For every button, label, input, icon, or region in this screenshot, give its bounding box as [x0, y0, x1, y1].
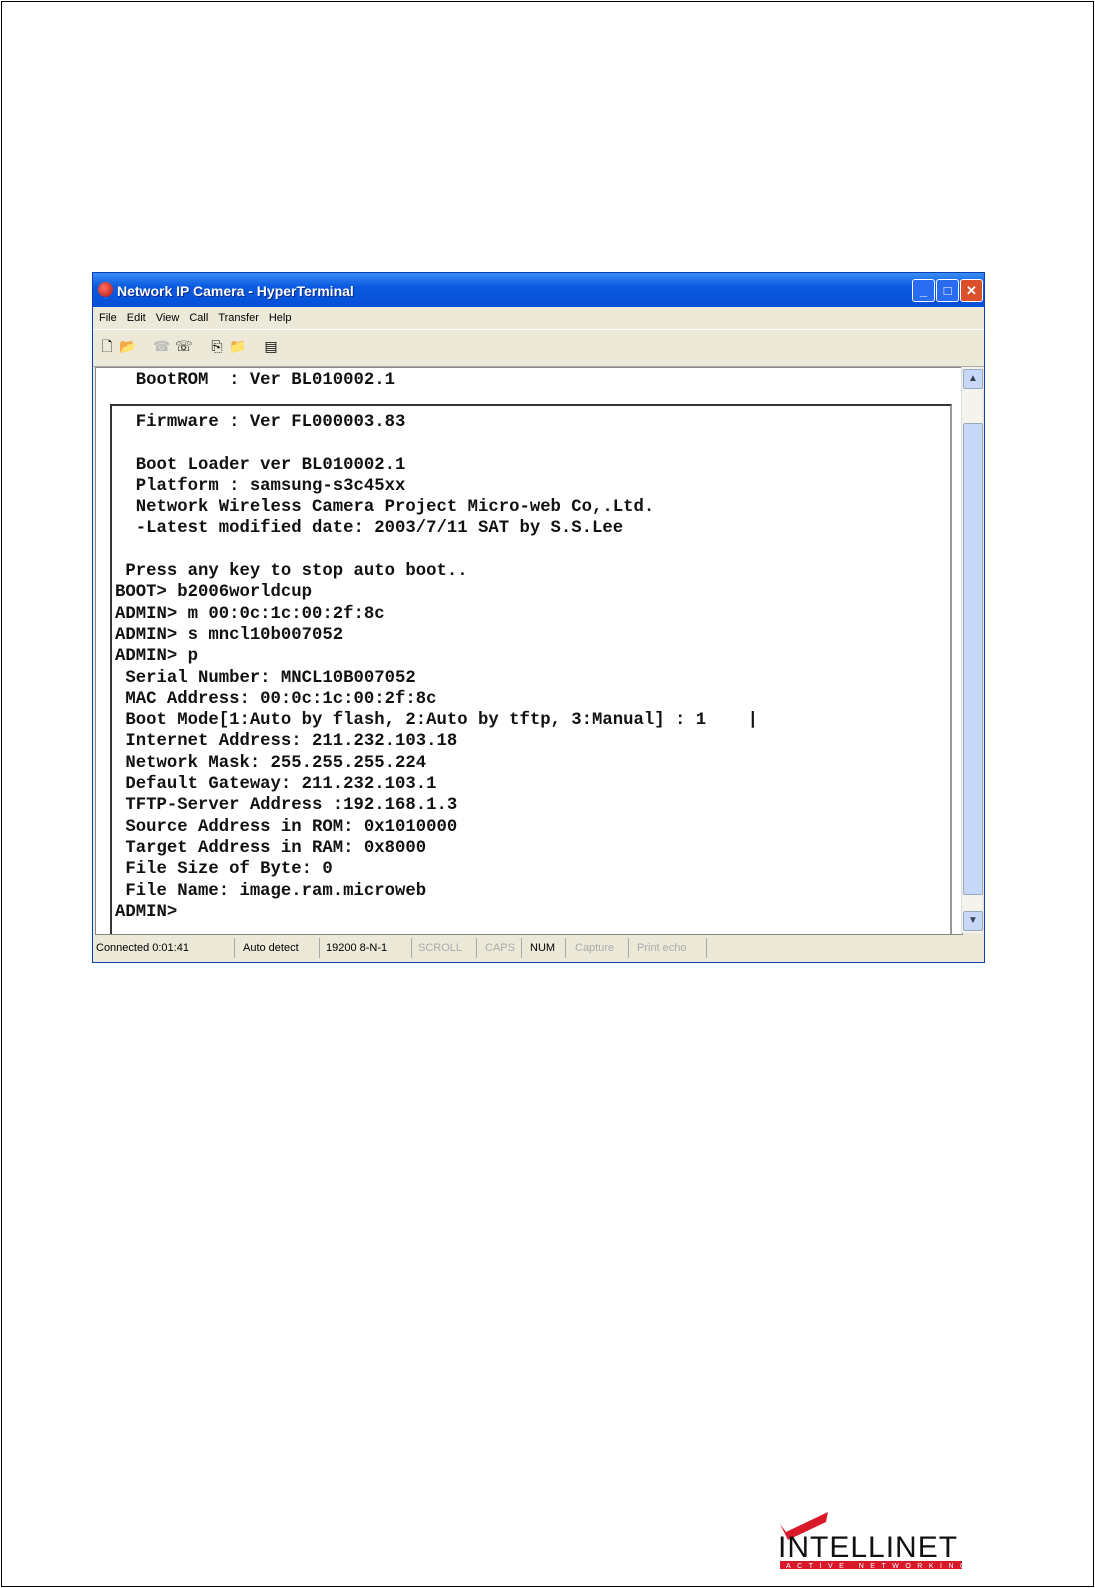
terminal-line: Network Wireless Camera Project Micro-we… [115, 498, 655, 518]
toolbar: 🗋 📂 ☎ ☏ ⎘ 📁 ▤ [93, 330, 984, 367]
terminal-line: TFTP-Server Address :192.168.1.3 [115, 796, 458, 816]
close-button[interactable]: ✕ [960, 279, 983, 302]
status-num: NUM [530, 942, 556, 954]
terminal-line: Source Address in ROM: 0x1010000 [115, 817, 458, 837]
call-icon[interactable]: ☎ [153, 338, 170, 354]
receive-icon[interactable]: 📁 [229, 338, 246, 354]
terminal-header-line: BootROM : Ver BL010002.1 [115, 371, 396, 390]
properties-icon[interactable]: ▤ [263, 338, 279, 354]
menu-bar: File Edit View Call Transfer Help [93, 307, 984, 330]
terminal-area[interactable]: BootROM : Ver BL010002.1 Firmware : Ver … [95, 367, 963, 935]
status-capture: Capture [575, 942, 615, 954]
app-icon [98, 282, 113, 297]
terminal-line: Serial Number: MNCL10B007052 [115, 668, 416, 688]
scroll-down-icon[interactable]: ▼ [963, 911, 983, 931]
menu-file[interactable]: File [99, 312, 117, 324]
terminal-line: ADMIN> p [115, 647, 198, 667]
status-scroll: SCROLL [418, 942, 463, 954]
scroll-thumb[interactable] [963, 423, 983, 895]
new-icon[interactable]: 🗋 [99, 338, 115, 354]
status-print-echo: Print echo [637, 942, 687, 954]
minimize-button[interactable]: _ [912, 279, 935, 302]
status-connected: Connected 0:01:41 [96, 942, 189, 954]
terminal-line: File Name: image.ram.microweb [115, 881, 427, 901]
terminal-line: Internet Address: 211.232.103.18 [115, 732, 458, 752]
terminal-line: Platform : samsung-s3c45xx [115, 476, 406, 496]
terminal-line: ADMIN> [115, 902, 178, 922]
hyperterminal-window: Network IP Camera - HyperTerminal _ □ ✕ … [92, 272, 985, 963]
terminal-line: -Latest modified date: 2003/7/11 SAT by … [115, 519, 624, 539]
terminal-line: MAC Address: 00:0c:1c:00:2f:8c [115, 689, 437, 709]
title-bar[interactable]: Network IP Camera - HyperTerminal _ □ ✕ [93, 273, 984, 307]
scroll-up-icon[interactable]: ▲ [963, 369, 983, 389]
status-detect: Auto detect [243, 942, 299, 954]
disconnect-icon[interactable]: ☏ [175, 338, 193, 354]
maximize-button[interactable]: □ [936, 279, 959, 302]
terminal-line: ADMIN> m 00:0c:1c:00:2f:8c [115, 604, 385, 624]
menu-transfer[interactable]: Transfer [218, 312, 259, 324]
terminal-line: Target Address in RAM: 0x8000 [115, 838, 427, 858]
document-page: Network IP Camera - HyperTerminal _ □ ✕ … [0, 0, 1095, 1588]
terminal-line: Boot Loader ver BL010002.1 [115, 455, 406, 475]
terminal-line: BOOT> b2006worldcup [115, 583, 313, 603]
terminal-line: Default Gateway: 211.232.103.1 [115, 775, 437, 795]
terminal-line: Press any key to stop auto boot.. [115, 562, 468, 582]
terminal-line: Firmware : Ver FL000003.83 [115, 413, 406, 432]
terminal-line: Boot Mode[1:Auto by flash, 2:Auto by tft… [115, 711, 758, 731]
menu-view[interactable]: View [156, 312, 180, 324]
svg-text:INTELLINET: INTELLINET [778, 1531, 958, 1564]
send-icon[interactable]: ⎘ [209, 338, 225, 354]
open-icon[interactable]: 📂 [119, 338, 136, 354]
window-title: Network IP Camera - HyperTerminal [117, 283, 354, 299]
terminal-line: Network Mask: 255.255.255.224 [115, 753, 427, 773]
terminal-line: File Size of Byte: 0 [115, 860, 333, 880]
terminal-line: ADMIN> s mncl10b007052 [115, 625, 344, 645]
status-caps: CAPS [485, 942, 515, 954]
status-port: 19200 8-N-1 [326, 942, 388, 954]
status-bar: Connected 0:01:41 Auto detect 19200 8-N-… [93, 934, 984, 962]
vertical-scrollbar[interactable]: ▲ ▼ [961, 367, 983, 933]
menu-edit[interactable]: Edit [127, 312, 146, 324]
intellinet-logo: INTELLINET ACTIVE NETWORKING [778, 1512, 968, 1570]
menu-call[interactable]: Call [189, 312, 208, 324]
menu-help[interactable]: Help [269, 312, 292, 324]
svg-text:ACTIVE NETWORKING: ACTIVE NETWORKING [786, 1563, 968, 1570]
terminal-output: Firmware : Ver FL000003.83 Boot Loader v… [115, 412, 758, 923]
